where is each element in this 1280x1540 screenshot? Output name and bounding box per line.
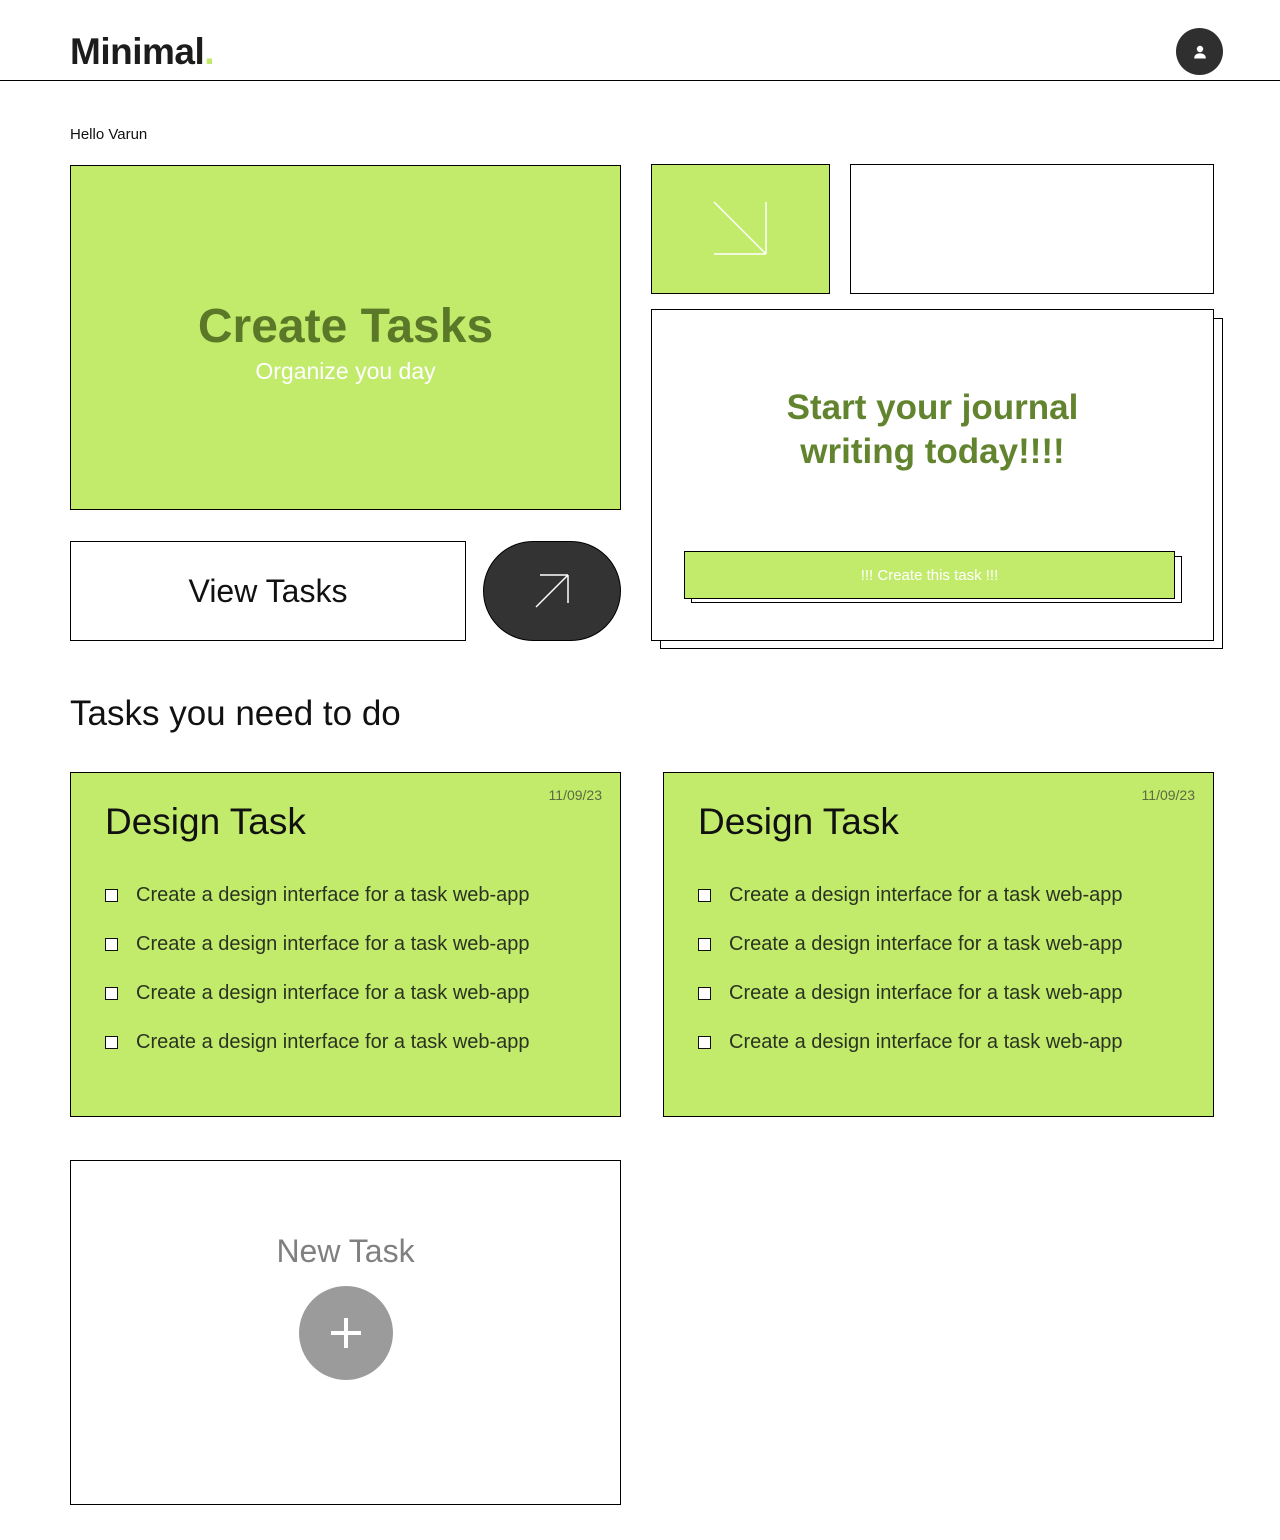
- task-list-item: Create a design interface for a task web…: [105, 969, 530, 1018]
- journal-title-line-2: writing today!!!!: [800, 432, 1065, 471]
- greeting-text: Hello Varun: [70, 126, 148, 143]
- create-tasks-card[interactable]: Create Tasks Organize you day: [70, 165, 621, 510]
- task-list-item: Create a design interface for a task web…: [105, 920, 530, 969]
- avatar-button[interactable]: [1176, 28, 1223, 75]
- journal-title: Start your journal writing today!!!!: [652, 386, 1213, 474]
- task-item-label: Create a design interface for a task web…: [136, 933, 530, 955]
- new-task-card[interactable]: New Task: [70, 1160, 621, 1505]
- task-list: Create a design interface for a task web…: [105, 871, 530, 1067]
- task-list: Create a design interface for a task web…: [698, 871, 1123, 1067]
- task-list-item: Create a design interface for a task web…: [698, 1018, 1123, 1067]
- task-list-item: Create a design interface for a task web…: [105, 1018, 530, 1067]
- arrow-down-right-icon: [712, 201, 767, 255]
- task-checkbox[interactable]: [698, 987, 711, 1000]
- arrow-up-right-icon: [535, 574, 569, 608]
- task-checkbox[interactable]: [698, 889, 711, 902]
- create-this-task-button[interactable]: !!! Create this task !!!: [684, 551, 1175, 599]
- new-task-label: New Task: [276, 1233, 415, 1269]
- task-title: Design Task: [105, 801, 306, 842]
- view-tasks-label: View Tasks: [188, 572, 348, 609]
- section-title: Tasks you need to do: [70, 694, 401, 733]
- task-checkbox[interactable]: [105, 1036, 118, 1049]
- task-date: 11/09/23: [548, 787, 602, 803]
- task-checkbox[interactable]: [105, 889, 118, 902]
- logo-dot: .: [204, 31, 215, 72]
- create-tasks-title: Create Tasks: [197, 300, 494, 353]
- task-list-item: Create a design interface for a task web…: [698, 871, 1123, 920]
- user-icon: [1193, 45, 1206, 58]
- create-tasks-subtitle: Organize you day: [255, 358, 436, 384]
- logo-text: Minimal: [70, 31, 205, 72]
- journal-title-line-1: Start your journal: [786, 388, 1079, 427]
- task-item-label: Create a design interface for a task web…: [136, 982, 530, 1004]
- task-item-label: Create a design interface for a task web…: [729, 982, 1123, 1004]
- task-checkbox[interactable]: [105, 987, 118, 1000]
- task-list-item: Create a design interface for a task web…: [698, 920, 1123, 969]
- add-task-button[interactable]: [299, 1286, 393, 1380]
- task-item-label: Create a design interface for a task web…: [136, 884, 530, 906]
- task-item-label: Create a design interface for a task web…: [729, 1031, 1123, 1053]
- plus-icon: [331, 1318, 361, 1348]
- task-item-label: Create a design interface for a task web…: [729, 884, 1123, 906]
- top-header: Minimal.: [0, 0, 1280, 81]
- task-checkbox[interactable]: [105, 938, 118, 951]
- app-logo[interactable]: Minimal.: [70, 30, 215, 74]
- task-card[interactable]: 11/09/23 Design Task Create a design int…: [70, 772, 621, 1117]
- task-date: 11/09/23: [1141, 787, 1195, 803]
- task-list-item: Create a design interface for a task web…: [105, 871, 530, 920]
- arrow-tile[interactable]: [651, 164, 830, 294]
- task-list-item: Create a design interface for a task web…: [698, 969, 1123, 1018]
- journal-card: Start your journal writing today!!!! !!!…: [651, 309, 1214, 641]
- go-arrow-button[interactable]: [483, 541, 621, 641]
- task-checkbox[interactable]: [698, 938, 711, 951]
- task-card[interactable]: 11/09/23 Design Task Create a design int…: [663, 772, 1214, 1117]
- task-item-label: Create a design interface for a task web…: [729, 933, 1123, 955]
- task-item-label: Create a design interface for a task web…: [136, 1031, 530, 1053]
- blank-tile: [850, 164, 1214, 294]
- task-title: Design Task: [698, 801, 899, 842]
- view-tasks-button[interactable]: View Tasks: [70, 541, 466, 641]
- task-checkbox[interactable]: [698, 1036, 711, 1049]
